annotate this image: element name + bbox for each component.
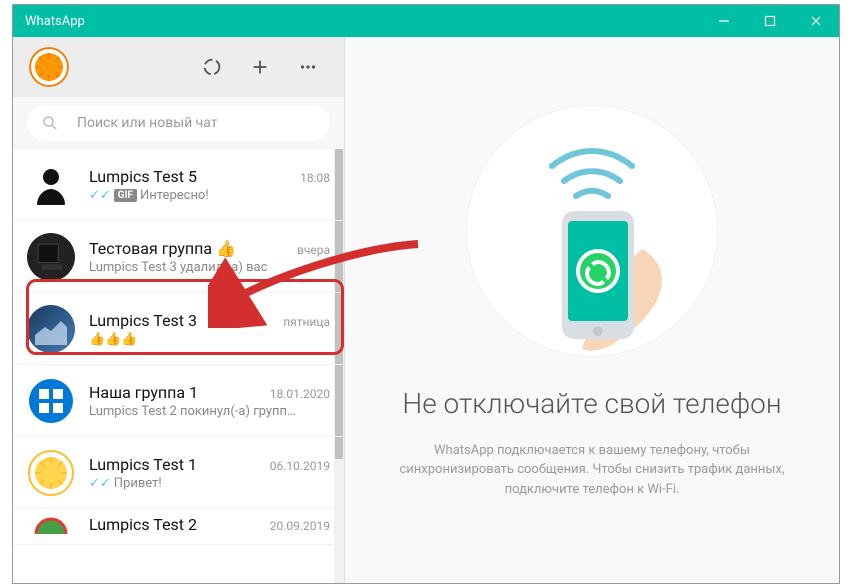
- avatar: [27, 233, 75, 281]
- connection-illustration: [462, 101, 722, 361]
- search-input[interactable]: [77, 115, 316, 131]
- window-title: WhatsApp: [25, 14, 85, 29]
- avatar: [27, 449, 75, 497]
- chat-preview: Lumpics Test 2 покинул(-а) групп…: [89, 404, 330, 419]
- chat-time: 18:08: [300, 171, 330, 185]
- sidebar-header: [13, 37, 344, 97]
- chat-name: Lumpics Test 5: [89, 167, 197, 186]
- chat-item[interactable]: Тестовая группа 👍 вчера Lumpics Test 3 уд…: [13, 221, 344, 293]
- chat-item[interactable]: Lumpics Test 3 пятница 👍👍👍: [13, 293, 344, 365]
- chat-preview: 👍👍👍: [89, 332, 330, 347]
- main-title: Не отключайте свой телефон: [402, 385, 781, 423]
- chat-time: 06.10.2019: [270, 459, 330, 473]
- chat-time: 20.09.2019: [270, 519, 330, 533]
- chat-item[interactable]: Lumpics Test 2 20.09.2019: [13, 509, 344, 545]
- chat-time: пятница: [283, 315, 330, 329]
- avatar: [27, 377, 75, 425]
- new-chat-icon[interactable]: [248, 55, 272, 79]
- status-icon[interactable]: [200, 55, 224, 79]
- chat-time: вчера: [297, 243, 330, 257]
- chat-name: Тестовая группа 👍: [89, 239, 236, 258]
- read-checks-icon: ✓✓: [89, 188, 111, 203]
- main-pane: Не отключайте свой телефон WhatsApp подк…: [345, 37, 839, 583]
- chat-name: Наша группа 1: [89, 383, 198, 402]
- chat-preview: ✓✓GIFИнтересно!: [89, 188, 330, 203]
- minimize-button[interactable]: [701, 5, 747, 37]
- chat-name: Lumpics Test 2: [89, 515, 197, 534]
- close-button[interactable]: [793, 5, 839, 37]
- search-icon: [41, 114, 59, 132]
- titlebar: WhatsApp: [13, 5, 839, 37]
- read-checks-icon: ✓✓: [89, 476, 111, 491]
- maximize-button[interactable]: [747, 5, 793, 37]
- chat-name: Lumpics Test 3: [89, 311, 197, 330]
- chat-item[interactable]: Наша группа 1 18.01.2020 Lumpics Test 2 п…: [13, 365, 344, 437]
- chat-preview: ✓✓Привет!: [89, 476, 330, 491]
- avatar: [27, 161, 75, 209]
- gif-badge: GIF: [114, 189, 137, 202]
- menu-icon[interactable]: [296, 55, 320, 79]
- search-input-wrap[interactable]: [27, 105, 330, 141]
- chat-time: 18.01.2020: [270, 387, 330, 401]
- main-subtitle: WhatsApp подключается к вашему телефону,…: [385, 441, 799, 500]
- user-avatar[interactable]: [29, 47, 69, 87]
- chat-preview: Lumpics Test 3 удалил(-а) вас: [89, 260, 330, 275]
- chat-list: Lumpics Test 5 18:08 ✓✓GIFИнтересно! Тест…: [13, 149, 344, 583]
- chat-item[interactable]: Lumpics Test 5 18:08 ✓✓GIFИнтересно!: [13, 149, 344, 221]
- chat-item[interactable]: Lumpics Test 1 06.10.2019 ✓✓Привет!: [13, 437, 344, 509]
- avatar: [27, 516, 75, 534]
- sidebar: Lumpics Test 5 18:08 ✓✓GIFИнтересно! Тест…: [13, 37, 345, 583]
- avatar: [27, 305, 75, 353]
- chat-name: Lumpics Test 1: [89, 455, 197, 474]
